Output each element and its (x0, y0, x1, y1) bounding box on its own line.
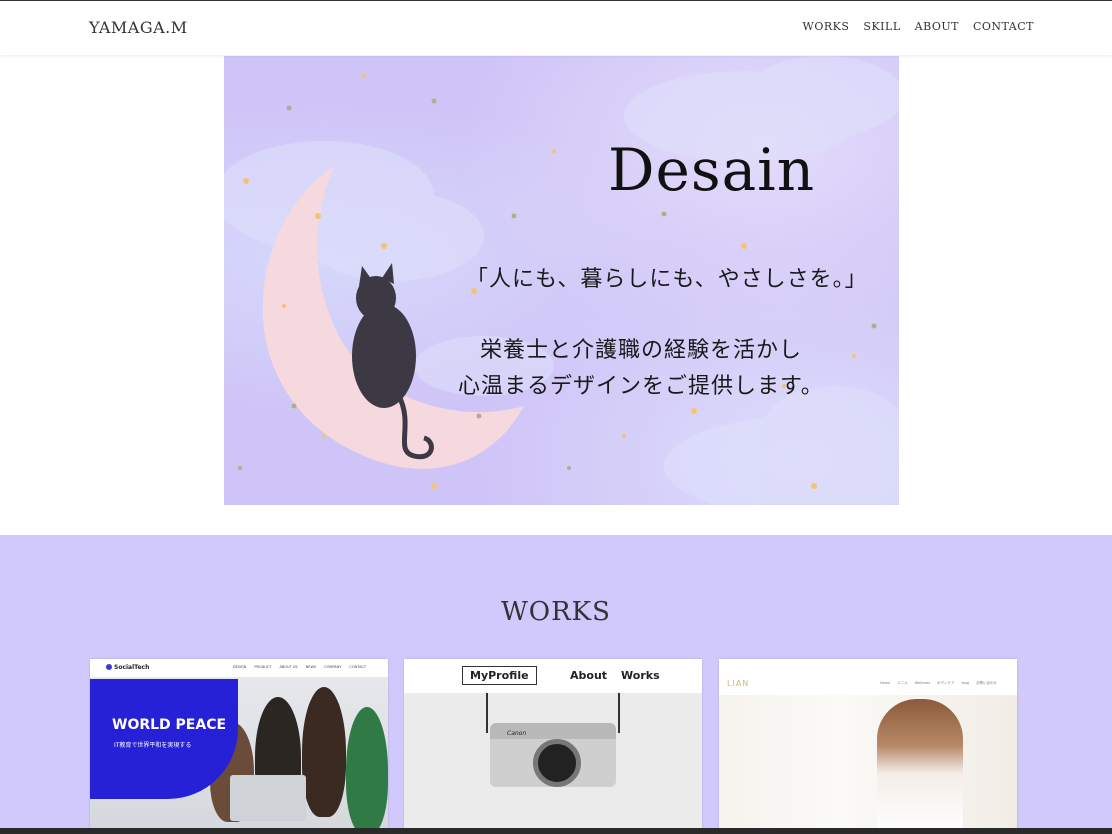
card-nav-item: お問い合わせ (976, 681, 997, 685)
works-section: WORKS SocialTech DESIGN PRODUCT ABOUT US… (0, 535, 1112, 834)
camera-brand: Canon (507, 730, 527, 737)
card-nav-item: CONTACT (349, 665, 366, 669)
card-nav-item: ボディケア (937, 681, 955, 685)
nav-skill[interactable]: SKILL (863, 20, 900, 33)
card-nav-item: Home (879, 681, 891, 685)
card-nav-item: DESIGN (232, 665, 247, 669)
site-header: YAMAGA.M WORKS SKILL ABOUT CONTACT (0, 1, 1112, 55)
work-card-myprofile[interactable]: MyProfile About Works Canon (404, 659, 702, 834)
work-card-socialtech[interactable]: SocialTech DESIGN PRODUCT ABOUT US NEWS … (90, 659, 388, 834)
nav-contact[interactable]: CONTACT (973, 20, 1034, 33)
card-logo: LIAN (727, 679, 750, 688)
brand-logo-icon (106, 664, 112, 670)
card-nav-item: Wellness (914, 681, 931, 685)
card-nav-item: ミニル (897, 681, 908, 685)
camera-strap (486, 693, 488, 733)
nav-about[interactable]: ABOUT (915, 20, 959, 33)
hero-tagline: 「人にも、暮らしにも、やさしさを。」 (466, 267, 868, 292)
card-header (719, 659, 1017, 695)
card-nav-item: ABOUT US (279, 665, 298, 669)
card-nav-works: Works (621, 669, 660, 682)
hero-description-line1: 栄養士と介護職の経験を活かし (480, 338, 803, 363)
card-nav: About Works (570, 669, 660, 682)
card-nav-item: NEWS (305, 665, 317, 669)
card-subline: IT教育で世界平和を実現する (114, 742, 192, 749)
card-nav-item: PRODUCT (254, 665, 272, 669)
laptop-image (230, 775, 306, 821)
main-nav: WORKS SKILL ABOUT CONTACT (803, 20, 1034, 33)
works-heading: WORKS (501, 597, 611, 627)
hero-title: Desain (608, 136, 816, 204)
card-brand: SocialTech (114, 664, 150, 671)
card-nav: DESIGN PRODUCT ABOUT US NEWS COMPANY CON… (233, 665, 366, 669)
work-card-lian[interactable]: LIAN Home ミニル Wellness ボディケア blog お問い合わせ (719, 659, 1017, 834)
card-nav-item: COMPANY (324, 665, 342, 669)
hero-banner: Desain 「人にも、暮らしにも、やさしさを。」 栄養士と介護職の経験を活かし… (224, 56, 899, 505)
camera-lens (533, 739, 581, 787)
person-image (346, 707, 388, 834)
card-logo: MyProfile (462, 666, 537, 685)
site-logo[interactable]: YAMAGA.M (89, 18, 188, 37)
bottom-bar (0, 828, 1112, 834)
card-nav-item: blog (961, 681, 969, 685)
person-image (877, 699, 963, 834)
camera-strap (618, 693, 620, 733)
nav-works[interactable]: WORKS (803, 20, 850, 33)
card-headline: WORLD PEACE (112, 717, 227, 733)
card-nav: Home ミニル Wellness ボディケア blog お問い合わせ (880, 681, 997, 686)
hero-description-line2: 心温まるデザインをご提供します。 (458, 374, 824, 399)
card-nav-about: About (570, 669, 608, 682)
card-photo (719, 695, 1017, 834)
person-image (302, 687, 346, 817)
